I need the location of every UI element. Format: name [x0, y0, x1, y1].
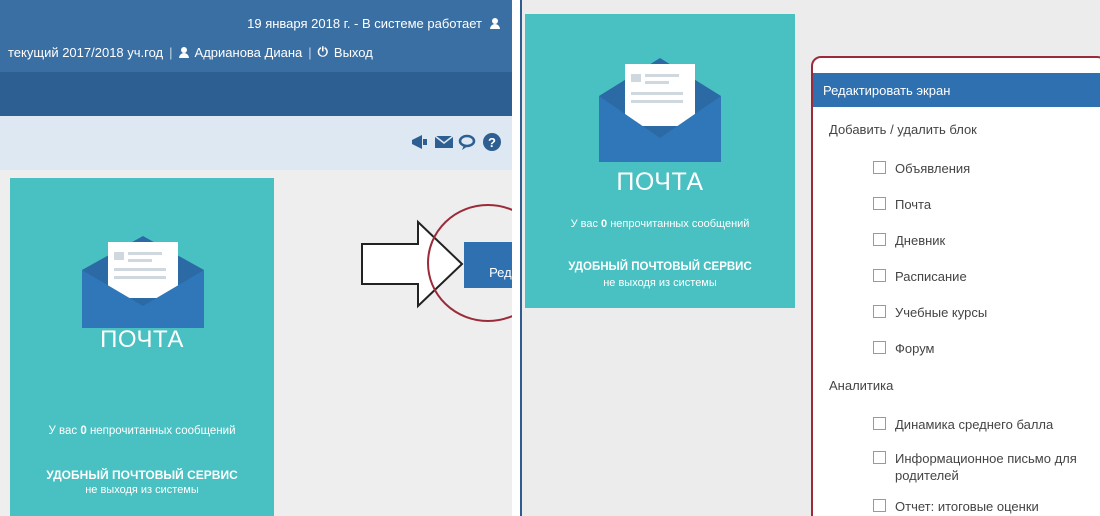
mail-promo-sub: не выходя из системы	[85, 484, 199, 496]
toolbar-icons: ?	[410, 132, 502, 152]
divider: |	[308, 44, 312, 60]
unread-prefix: У вас	[48, 425, 78, 437]
menu-item-label: Дневник	[895, 233, 946, 248]
unread-suffix: непрочитанных сообщений	[89, 425, 236, 437]
help-icon[interactable]: ?	[482, 132, 502, 152]
menu-item-parent-letter[interactable]: Информационное письмо для родителей	[873, 450, 1100, 484]
right-screen: ПОЧТА У вас 0 непрочитанных сообщений УД…	[520, 0, 1100, 516]
menu-item-label: Учебные курсы	[895, 305, 988, 320]
chat-icon[interactable]	[458, 132, 478, 152]
menu-item-label: Динамика среднего балла	[895, 417, 1054, 432]
checkbox[interactable]	[873, 197, 886, 210]
menu-item-schedule[interactable]: Расписание	[873, 268, 1100, 285]
toolbar: ?	[0, 116, 512, 170]
user-icon	[178, 46, 189, 58]
user-line: текущий 2017/2018 уч.год | Адрианова Диа…	[8, 44, 373, 60]
date-status: 19 января 2018 г. - В системе работает	[247, 16, 482, 31]
menu-item-announcements[interactable]: Объявления	[873, 160, 1100, 177]
checkbox[interactable]	[873, 499, 886, 512]
checkbox[interactable]	[873, 417, 886, 430]
menu-item-mail[interactable]: Почта	[873, 196, 1100, 213]
menu-item-label: Информационное письмо для родителей	[895, 451, 1077, 483]
nav-bar	[0, 72, 512, 116]
checkbox[interactable]	[873, 451, 886, 464]
unread-count: 0	[80, 425, 87, 437]
menu-item-label: Расписание	[895, 269, 967, 284]
menu-item-diary[interactable]: Дневник	[873, 232, 1100, 249]
menu-item-label: Форум	[895, 341, 935, 356]
megaphone-icon[interactable]	[410, 132, 430, 152]
power-icon[interactable]: ⏻	[318, 44, 328, 60]
mail-icon[interactable]	[434, 132, 454, 152]
school-year[interactable]: текущий 2017/2018 уч.год	[8, 45, 163, 60]
envelope-icon	[599, 58, 721, 162]
menu-item-final-grades[interactable]: Отчет: итоговые оценки	[873, 498, 1100, 515]
menu-item-label: Почта	[895, 197, 932, 212]
mail-title: ПОЧТА	[100, 326, 184, 353]
menu-item-courses[interactable]: Учебные курсы	[873, 304, 1100, 321]
screenshot-stage: 19 января 2018 г. - В системе работает т…	[0, 0, 1100, 516]
checkbox[interactable]	[873, 305, 886, 318]
user-name-link[interactable]: Адрианова Диана	[195, 45, 303, 60]
menu-item-label: Объявления	[895, 161, 971, 176]
mail-title: ПОЧТА	[616, 168, 704, 196]
mail-promo: УДОБНЫЙ ПОЧТОВЫЙ СЕРВИС	[46, 468, 238, 482]
status-line: 19 января 2018 г. - В системе работает	[247, 16, 500, 31]
menu-item-forum[interactable]: Форум	[873, 340, 1100, 357]
unread-prefix: У вас	[570, 218, 598, 230]
unread-suffix: непрочитанных сообщений	[610, 218, 750, 230]
menu-item-average-grade[interactable]: Динамика среднего балла	[873, 416, 1100, 433]
unread-count: 0	[601, 218, 608, 230]
checkbox[interactable]	[873, 233, 886, 246]
mail-card[interactable]: ПОЧТА У вас 0 непрочитанных сообщений УД…	[10, 178, 274, 516]
mail-card[interactable]: ПОЧТА У вас 0 непрочитанных сообщений УД…	[525, 14, 795, 308]
checkbox[interactable]	[873, 269, 886, 282]
left-screen: 19 января 2018 г. - В системе работает т…	[0, 0, 512, 516]
menu-item-label: Отчет: итоговые оценки	[895, 499, 1039, 514]
svg-text:?: ?	[488, 135, 496, 150]
menu-section-analytics[interactable]: Аналитика	[829, 378, 893, 393]
menu-edit-screen[interactable]: Редактировать экран	[813, 73, 1100, 107]
top-bar: 19 января 2018 г. - В системе работает т…	[0, 0, 512, 72]
envelope-icon	[82, 236, 204, 328]
unread-message: У вас 0 непрочитанных сообщений	[10, 424, 274, 438]
menu-section-add-remove[interactable]: Добавить / удалить блок	[829, 122, 977, 137]
edit-screen-menu: Редактировать экран Добавить / удалить б…	[811, 56, 1100, 516]
mail-promo-sub: не выходя из системы	[603, 277, 717, 289]
checkbox[interactable]	[873, 341, 886, 354]
divider: |	[169, 44, 173, 60]
edit-screen-button[interactable]: Реда	[464, 242, 512, 288]
checkbox[interactable]	[873, 161, 886, 174]
user-icon	[490, 18, 500, 29]
mail-promo: УДОБНЫЙ ПОЧТОВЫЙ СЕРВИС	[568, 261, 752, 273]
logout-link[interactable]: Выход	[334, 45, 373, 60]
unread-message: У вас 0 непрочитанных сообщений	[525, 218, 795, 231]
